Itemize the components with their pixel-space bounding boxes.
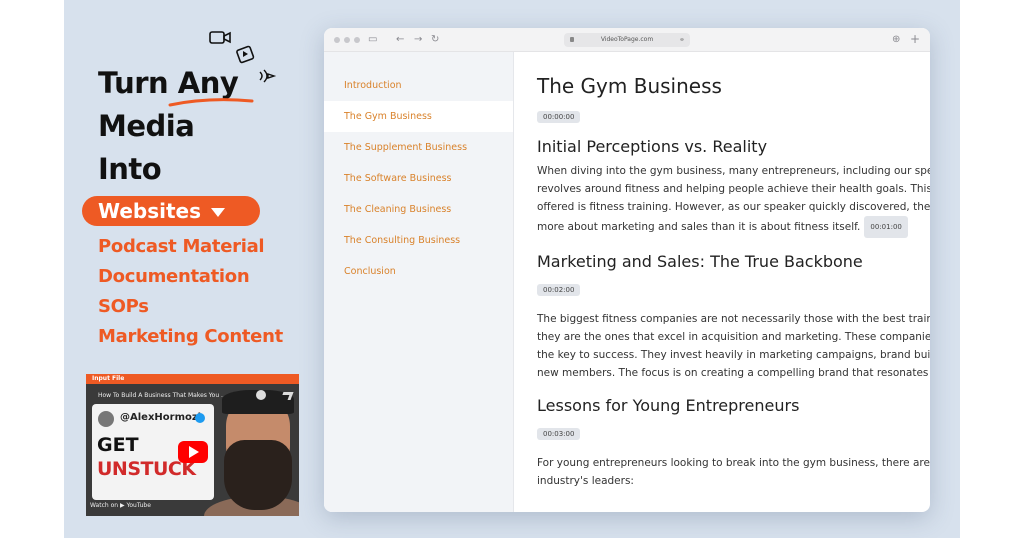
paragraph-line: revolves around fitness and helping peop…: [537, 183, 930, 195]
format-dropdown[interactable]: Websites: [82, 196, 260, 226]
browser-toolbar: ▭ ← → ↻ VideoToPage.com ⚭ ⊕ +: [324, 28, 930, 52]
paragraph-line: industry's leaders:: [537, 475, 634, 487]
section-heading: Marketing and Sales: The True Backbone: [537, 252, 863, 271]
section-paragraph: When diving into the gym business, many …: [537, 162, 930, 238]
headline: Turn Any Media Into: [98, 62, 239, 191]
article-content: The Gym Business 00:00:00 Initial Percep…: [515, 52, 930, 512]
timestamp-badge[interactable]: 00:00:00: [537, 111, 581, 123]
timestamp-badge[interactable]: 00:01:00: [864, 216, 908, 238]
section-heading: Initial Perceptions vs. Reality: [537, 137, 768, 156]
timestamp-badge[interactable]: 00:02:00: [537, 284, 581, 296]
play-button-icon[interactable]: [178, 441, 208, 463]
window-zoom-dot[interactable]: [354, 37, 360, 43]
paragraph-line: the key to success. They invest heavily …: [537, 349, 930, 361]
video-title: How To Build A Business That Makes You .…: [98, 392, 227, 399]
audio-waves-icon: [259, 69, 277, 83]
page-title: The Gym Business: [537, 74, 722, 98]
watch-on-youtube[interactable]: Watch on ▶ YouTube: [90, 502, 151, 509]
sidebar-item-gym-business[interactable]: The Gym Business: [324, 101, 513, 132]
format-option: SOPs: [98, 296, 149, 317]
video-camera-icon: [209, 31, 231, 44]
hero-canvas: Turn Any Media Into Websites Podcast Mat…: [64, 0, 960, 538]
clock-icon[interactable]: [256, 390, 266, 400]
url-text: VideoToPage.com: [600, 36, 654, 43]
sidebar-toggle-icon[interactable]: ▭: [368, 34, 377, 46]
underline-swoosh: [168, 98, 254, 107]
section-paragraph: The biggest fitness companies are not ne…: [537, 310, 930, 382]
format-option: Documentation: [98, 266, 250, 287]
play-card-icon: [236, 45, 255, 64]
sidebar-item-conclusion[interactable]: Conclusion: [324, 256, 513, 287]
headline-line-3: Into: [98, 152, 162, 186]
section-paragraph: For young entrepreneurs looking to break…: [537, 454, 930, 490]
paragraph-line: The biggest fitness companies are not ne…: [537, 313, 930, 325]
sidebar-item-cleaning-business[interactable]: The Cleaning Business: [324, 194, 513, 225]
paragraph-line: For young entrepreneurs looking to break…: [537, 457, 930, 469]
paragraph-line: more about marketing and sales than it i…: [537, 221, 861, 233]
paragraph-line: When diving into the gym business, many …: [537, 165, 930, 177]
lock-icon: [570, 37, 574, 42]
sidebar-item-supplement-business[interactable]: The Supplement Business: [324, 132, 513, 163]
caret-down-icon: [211, 207, 226, 217]
window-minimize-dot[interactable]: [344, 37, 350, 43]
chapter-sidebar: Introduction The Gym Business The Supple…: [324, 52, 514, 512]
back-arrow-icon[interactable]: ←: [396, 34, 404, 46]
speaker-image: [204, 388, 299, 516]
video-input-header: Input File: [86, 374, 299, 384]
sidebar-item-introduction[interactable]: Introduction: [324, 70, 513, 101]
link-icon[interactable]: ⚭: [679, 36, 685, 44]
channel-handle: @AlexHormozi: [120, 412, 202, 423]
sidebar-item-consulting-business[interactable]: The Consulting Business: [324, 225, 513, 256]
paragraph-line: they are the ones that excel in acquisit…: [537, 331, 930, 343]
download-icon[interactable]: ⊕: [892, 34, 900, 46]
headline-line-2: Media: [98, 109, 195, 143]
forward-arrow-icon[interactable]: →: [414, 34, 422, 46]
url-bar[interactable]: VideoToPage.com ⚭: [564, 33, 690, 47]
avatar: [98, 411, 114, 427]
video-thumbnail[interactable]: Input File How To Build A Business That …: [86, 374, 299, 516]
browser-window: ▭ ← → ↻ VideoToPage.com ⚭ ⊕ + Introducti…: [324, 28, 930, 512]
section-heading: Lessons for Young Entrepreneurs: [537, 396, 800, 415]
paragraph-line: new members. The focus is on creating a …: [537, 367, 930, 379]
format-dropdown-label: Websites: [98, 199, 202, 223]
format-option: Marketing Content: [98, 326, 283, 347]
timestamp-badge[interactable]: 00:03:00: [537, 428, 581, 440]
window-close-dot[interactable]: [334, 37, 340, 43]
card-text-line-1: GET: [97, 434, 139, 456]
sidebar-item-software-business[interactable]: The Software Business: [324, 163, 513, 194]
verified-icon: [195, 413, 205, 423]
format-option: Podcast Material: [98, 236, 265, 257]
new-tab-icon[interactable]: +: [910, 33, 920, 45]
reload-icon[interactable]: ↻: [431, 34, 439, 46]
paragraph-line: offered is fitness training. However, as…: [537, 201, 930, 213]
format-options: Podcast Material Documentation SOPs Mark…: [98, 232, 283, 352]
